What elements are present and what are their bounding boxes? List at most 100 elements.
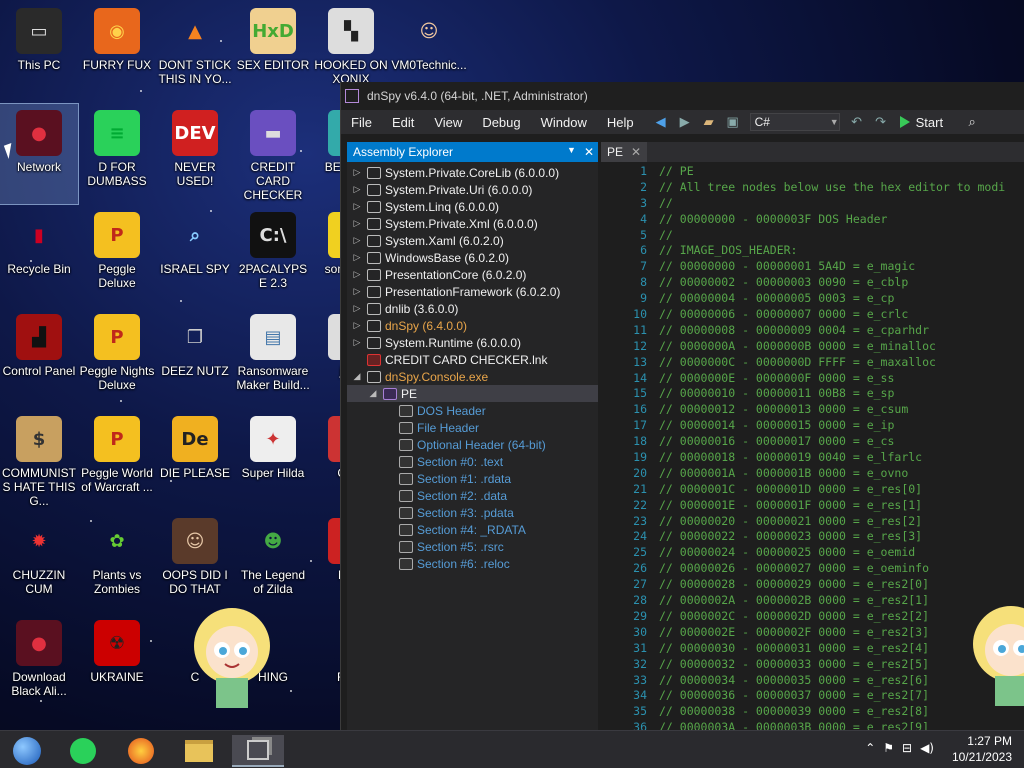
menu-help[interactable]: Help [597, 115, 644, 130]
search-icon[interactable]: ⌕ [961, 112, 983, 132]
desktop-icon[interactable]: ▭ This PC [0, 2, 78, 102]
app-icon: DEV [172, 110, 218, 156]
app-icon: ≡ [94, 110, 140, 156]
expand-arrow-icon[interactable]: ▷ [351, 167, 363, 178]
tree-node[interactable]: Section #4: _RDATA [347, 521, 598, 538]
tree-node[interactable]: File Header [347, 419, 598, 436]
expand-arrow-icon[interactable]: ▷ [351, 218, 363, 229]
tab-pe[interactable]: PE ✕ [601, 142, 648, 162]
taskbar-firefox[interactable] [118, 735, 164, 767]
tree-node[interactable]: ▷ dnSpy (6.4.0.0) [347, 317, 598, 334]
tree-node[interactable]: ▷ PresentationFramework (6.0.2.0) [347, 283, 598, 300]
desktop-icon[interactable]: HxD SEX EDITOR [234, 2, 312, 102]
tree-node[interactable]: ▷ WindowsBase (6.0.2.0) [347, 249, 598, 266]
language-select[interactable]: C# ▼ [749, 113, 840, 131]
tree-node[interactable]: ▷ PresentationCore (6.0.2.0) [347, 266, 598, 283]
close-icon[interactable]: ✕ [584, 145, 594, 159]
expand-arrow-icon[interactable]: ◢ [367, 388, 379, 399]
desktop-icon[interactable]: DEV NEVER USED! [156, 104, 234, 204]
desktop-icon[interactable]: ▮ Recycle Bin [0, 206, 78, 306]
expand-arrow-icon[interactable]: ▷ [351, 303, 363, 314]
code-comment: // 00000000 - 00000001 5A4D = e_magic [659, 259, 916, 274]
desktop-icon[interactable]: ✦ Super Hilda [234, 410, 312, 510]
tree-node[interactable]: Section #0: .text [347, 453, 598, 470]
desktop-icon[interactable]: ▤ Ransomware Maker Build... [234, 308, 312, 408]
expand-arrow-icon[interactable]: ▷ [351, 184, 363, 195]
desktop-icon[interactable]: ⌕ ISRAEL SPY [156, 206, 234, 306]
tree-node[interactable]: ▷ System.Private.CoreLib (6.0.0.0) [347, 164, 598, 181]
undo-icon[interactable]: ↶ [846, 112, 868, 132]
desktop-icon[interactable]: $ COMMUNISTS HATE THIS G... [0, 410, 78, 510]
desktop-icon[interactable]: ◉ FURRY FUX [78, 2, 156, 102]
expand-arrow-icon[interactable]: ▷ [351, 201, 363, 212]
menu-file[interactable]: File [341, 115, 382, 130]
tree-node[interactable]: CREDIT CARD CHECKER.lnk [347, 351, 598, 368]
expand-arrow-icon[interactable]: ▷ [351, 235, 363, 246]
flag-icon[interactable]: ⚑ [883, 741, 894, 755]
tree-node[interactable]: ▷ System.Runtime (6.0.0.0) [347, 334, 598, 351]
tree-node[interactable]: Optional Header (64-bit) [347, 436, 598, 453]
assembly-icon [367, 166, 381, 179]
line-number: 27 [633, 577, 647, 592]
desktop-icon[interactable]: ▲ DONT STICK THIS IN YO... [156, 2, 234, 102]
redo-icon[interactable]: ↷ [870, 112, 892, 132]
menu-debug[interactable]: Debug [472, 115, 530, 130]
tree-node[interactable]: ▷ System.Linq (6.0.0.0) [347, 198, 598, 215]
desktop-icon[interactable]: ☻ The Legend of Zilda [234, 512, 312, 612]
desktop-icon[interactable]: ✹ CHUZZIN CUM [0, 512, 78, 612]
desktop-icon[interactable]: De DIE PLEASE [156, 410, 234, 510]
desktop-icon[interactable]: ✿ Plants vs Zombies [78, 512, 156, 612]
tree-node[interactable]: ◢ PE [347, 385, 598, 402]
desktop-icon[interactable]: ❐ DEEZ NUTZ [156, 308, 234, 408]
tree-node[interactable]: ▷ System.Xaml (6.0.2.0) [347, 232, 598, 249]
desktop-icon[interactable]: P Peggle World of Warcraft ... [78, 410, 156, 510]
assembly-icon [367, 370, 381, 383]
taskbar-file-explorer[interactable] [176, 735, 222, 767]
expand-arrow-icon[interactable]: ▷ [351, 252, 363, 263]
tree-node[interactable]: Section #6: .reloc [347, 555, 598, 572]
desktop-icon[interactable]: ▬ CREDIT CARD CHECKER [234, 104, 312, 204]
desktop-icon[interactable]: P Peggle Nights Deluxe [78, 308, 156, 408]
tree-node[interactable]: ▷ System.Private.Xml (6.0.0.0) [347, 215, 598, 232]
save-icon[interactable]: ▣ [722, 112, 744, 132]
desktop-icon[interactable]: ☢ UKRAINE [78, 614, 156, 714]
desktop-icon[interactable]: ▟ Control Panel [0, 308, 78, 408]
tree-node[interactable]: ▷ System.Private.Uri (6.0.0.0) [347, 181, 598, 198]
tree-node[interactable]: Section #2: .data [347, 487, 598, 504]
open-folder-icon[interactable]: ▰ [698, 112, 720, 132]
expand-arrow-icon[interactable]: ▷ [351, 269, 363, 280]
expand-arrow-icon[interactable]: ◢ [351, 371, 363, 382]
tree-node-label: System.Private.CoreLib (6.0.0.0) [385, 165, 560, 180]
network-icon[interactable]: ⊟ [902, 741, 912, 755]
tree-node[interactable]: Section #1: .rdata [347, 470, 598, 487]
chevron-up-icon[interactable]: ⌃ [865, 741, 875, 755]
window-titlebar[interactable]: dnSpy v6.4.0 (64-bit, .NET, Administrato… [341, 82, 1024, 110]
expand-arrow-icon[interactable]: ▷ [351, 320, 363, 331]
tree-node[interactable]: Section #5: .rsrc [347, 538, 598, 555]
tree-node[interactable]: ▷ dnlib (3.6.0.0) [347, 300, 598, 317]
taskbar-app-green[interactable] [60, 735, 106, 767]
desktop-icon[interactable]: C:\ 2PACALYPSE 2.3 [234, 206, 312, 306]
tree-node[interactable]: DOS Header [347, 402, 598, 419]
menu-edit[interactable]: Edit [382, 115, 424, 130]
expand-arrow-icon[interactable]: ▷ [351, 286, 363, 297]
tab-close-icon[interactable]: ✕ [631, 145, 641, 159]
menu-window[interactable]: Window [531, 115, 597, 130]
desktop-icon[interactable]: ☺ OOPS DID I DO THAT [156, 512, 234, 612]
desktop-icon[interactable]: P Peggle Deluxe [78, 206, 156, 306]
desktop-icon[interactable]: ≡ D FOR DUMBASS [78, 104, 156, 204]
menu-view[interactable]: View [424, 115, 472, 130]
back-icon[interactable]: ◀ [650, 112, 672, 132]
desktop-icon-label: Network [16, 160, 61, 174]
volume-icon[interactable]: ◀) [920, 741, 934, 755]
panel-dropdown-icon[interactable]: ▼ [567, 145, 576, 159]
taskbar-dnspy[interactable] [232, 735, 284, 767]
clock[interactable]: 1:27 PM 10/21/2023 [952, 733, 1012, 765]
forward-icon[interactable]: ▶ [674, 112, 696, 132]
start-menu-button[interactable] [4, 735, 50, 767]
tree-node[interactable]: Section #3: .pdata [347, 504, 598, 521]
expand-arrow-icon[interactable]: ▷ [351, 337, 363, 348]
start-button[interactable]: Start [899, 115, 943, 130]
tree-node[interactable]: ◢ dnSpy.Console.exe [347, 368, 598, 385]
desktop-icon[interactable]: ● Download Black Ali... [0, 614, 78, 714]
